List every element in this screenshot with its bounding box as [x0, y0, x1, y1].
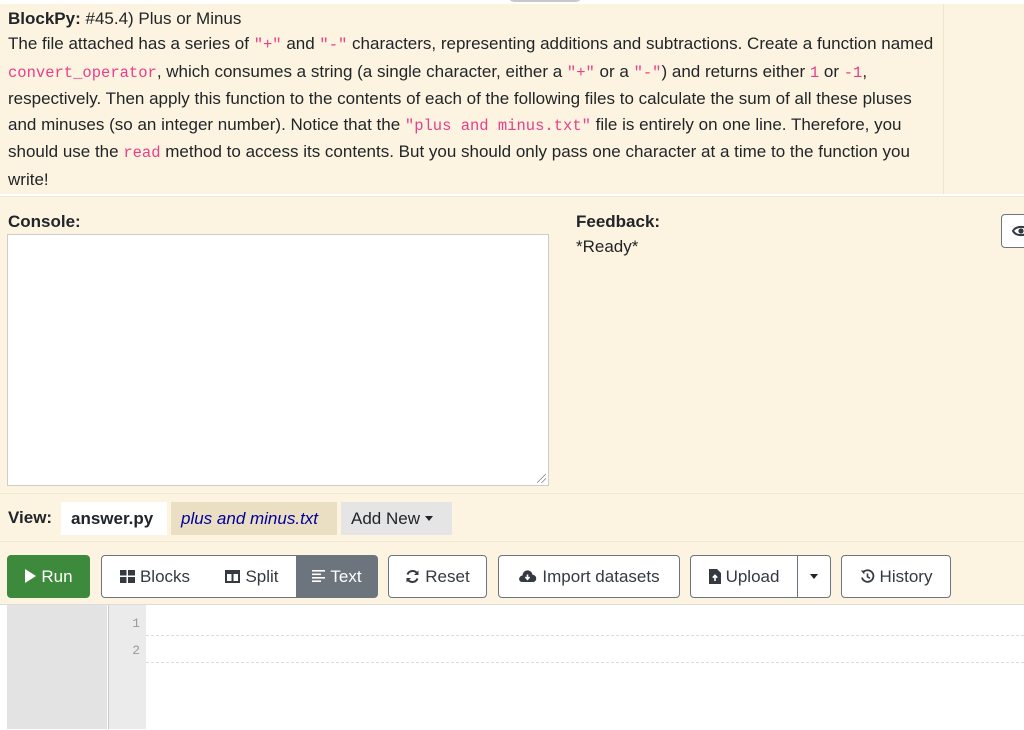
reset-button[interactable]: Reset [388, 555, 487, 598]
code-neg-one: -1 [843, 63, 863, 82]
desc-text: The file attached has a series of [8, 34, 254, 53]
resize-handle[interactable] [537, 474, 546, 483]
blocks-mode-button[interactable]: Blocks [101, 555, 209, 598]
feedback-status: *Ready* [576, 237, 639, 256]
desc-text: or a [594, 61, 634, 81]
console-label: Console: [8, 212, 81, 231]
upload-label: Upload [725, 567, 780, 586]
refresh-icon [406, 569, 419, 583]
code-read: read [123, 144, 161, 162]
feedback-label: Feedback: [576, 212, 661, 231]
upload-options-dropdown[interactable] [797, 555, 831, 598]
line-number: 2 [132, 643, 140, 658]
code-editor[interactable] [0, 604, 1024, 730]
blocks-icon [119, 569, 135, 583]
desc-text: , which consumes a string (a single char… [156, 61, 567, 81]
text-label: Text [330, 567, 362, 586]
history-label: History [879, 567, 933, 586]
columns-icon [225, 569, 241, 583]
file-upload-icon [708, 568, 721, 584]
top-tab-handle [507, 0, 583, 2]
toggle-visibility-button[interactable] [1001, 214, 1024, 248]
caret-down-icon [810, 574, 818, 580]
code-minus: "-" [633, 63, 662, 82]
text-mode-button[interactable]: Text [296, 555, 378, 598]
file-tab-answer-py[interactable]: answer.py [61, 502, 167, 535]
desc-text: ) and returns either [661, 61, 810, 81]
console-output[interactable] [7, 234, 549, 486]
add-new-label: Add New [351, 509, 420, 528]
eye-icon [1012, 225, 1024, 237]
assignment-description: The file attached has a series of "+" an… [8, 31, 938, 192]
code-line[interactable] [146, 635, 1024, 637]
align-left-icon [312, 570, 326, 583]
desc-text: and [281, 34, 320, 53]
add-new-dropdown[interactable]: Add New [341, 502, 452, 535]
file-tab-plus-and-minus[interactable]: plus and minus.txt [171, 502, 337, 535]
reset-label: Reset [425, 567, 470, 586]
code-one: 1 [809, 63, 820, 82]
import-label: Import datasets [542, 567, 660, 586]
code-function-name: convert_operator [8, 63, 157, 82]
code-plus: "+" [253, 36, 282, 54]
run-label: Run [41, 567, 73, 586]
history-button[interactable]: History [841, 555, 951, 598]
split-mode-button[interactable]: Split [208, 555, 297, 598]
run-button[interactable]: Run [7, 555, 90, 598]
editor-left-gutter [7, 605, 107, 729]
cloud-download-icon [519, 570, 537, 583]
play-icon [25, 569, 37, 584]
view-label: View: [8, 508, 53, 527]
line-number: 1 [132, 616, 140, 631]
assignment-name: #45.4) Plus or Minus [85, 9, 242, 28]
view-mode-group: Blocks Split Text [101, 555, 378, 598]
code-minus: "-" [319, 36, 348, 54]
caret-down-icon [424, 516, 433, 522]
upload-button[interactable]: Upload [690, 555, 798, 598]
brand-label: BlockPy: [8, 9, 81, 28]
code-plus: "+" [566, 63, 595, 82]
import-datasets-button[interactable]: Import datasets [498, 555, 680, 598]
blocks-label: Blocks [139, 567, 191, 586]
desc-text: characters, representing additions and s… [347, 34, 934, 53]
assignment-title: BlockPy: #45.4) Plus or Minus [8, 8, 241, 30]
code-filename: "plus and minus.txt" [404, 116, 591, 135]
instructions-side-panel [944, 4, 1024, 194]
split-label: Split [245, 567, 279, 586]
code-line[interactable] [146, 662, 1024, 664]
desc-text: or [819, 61, 844, 81]
history-icon [860, 568, 874, 583]
